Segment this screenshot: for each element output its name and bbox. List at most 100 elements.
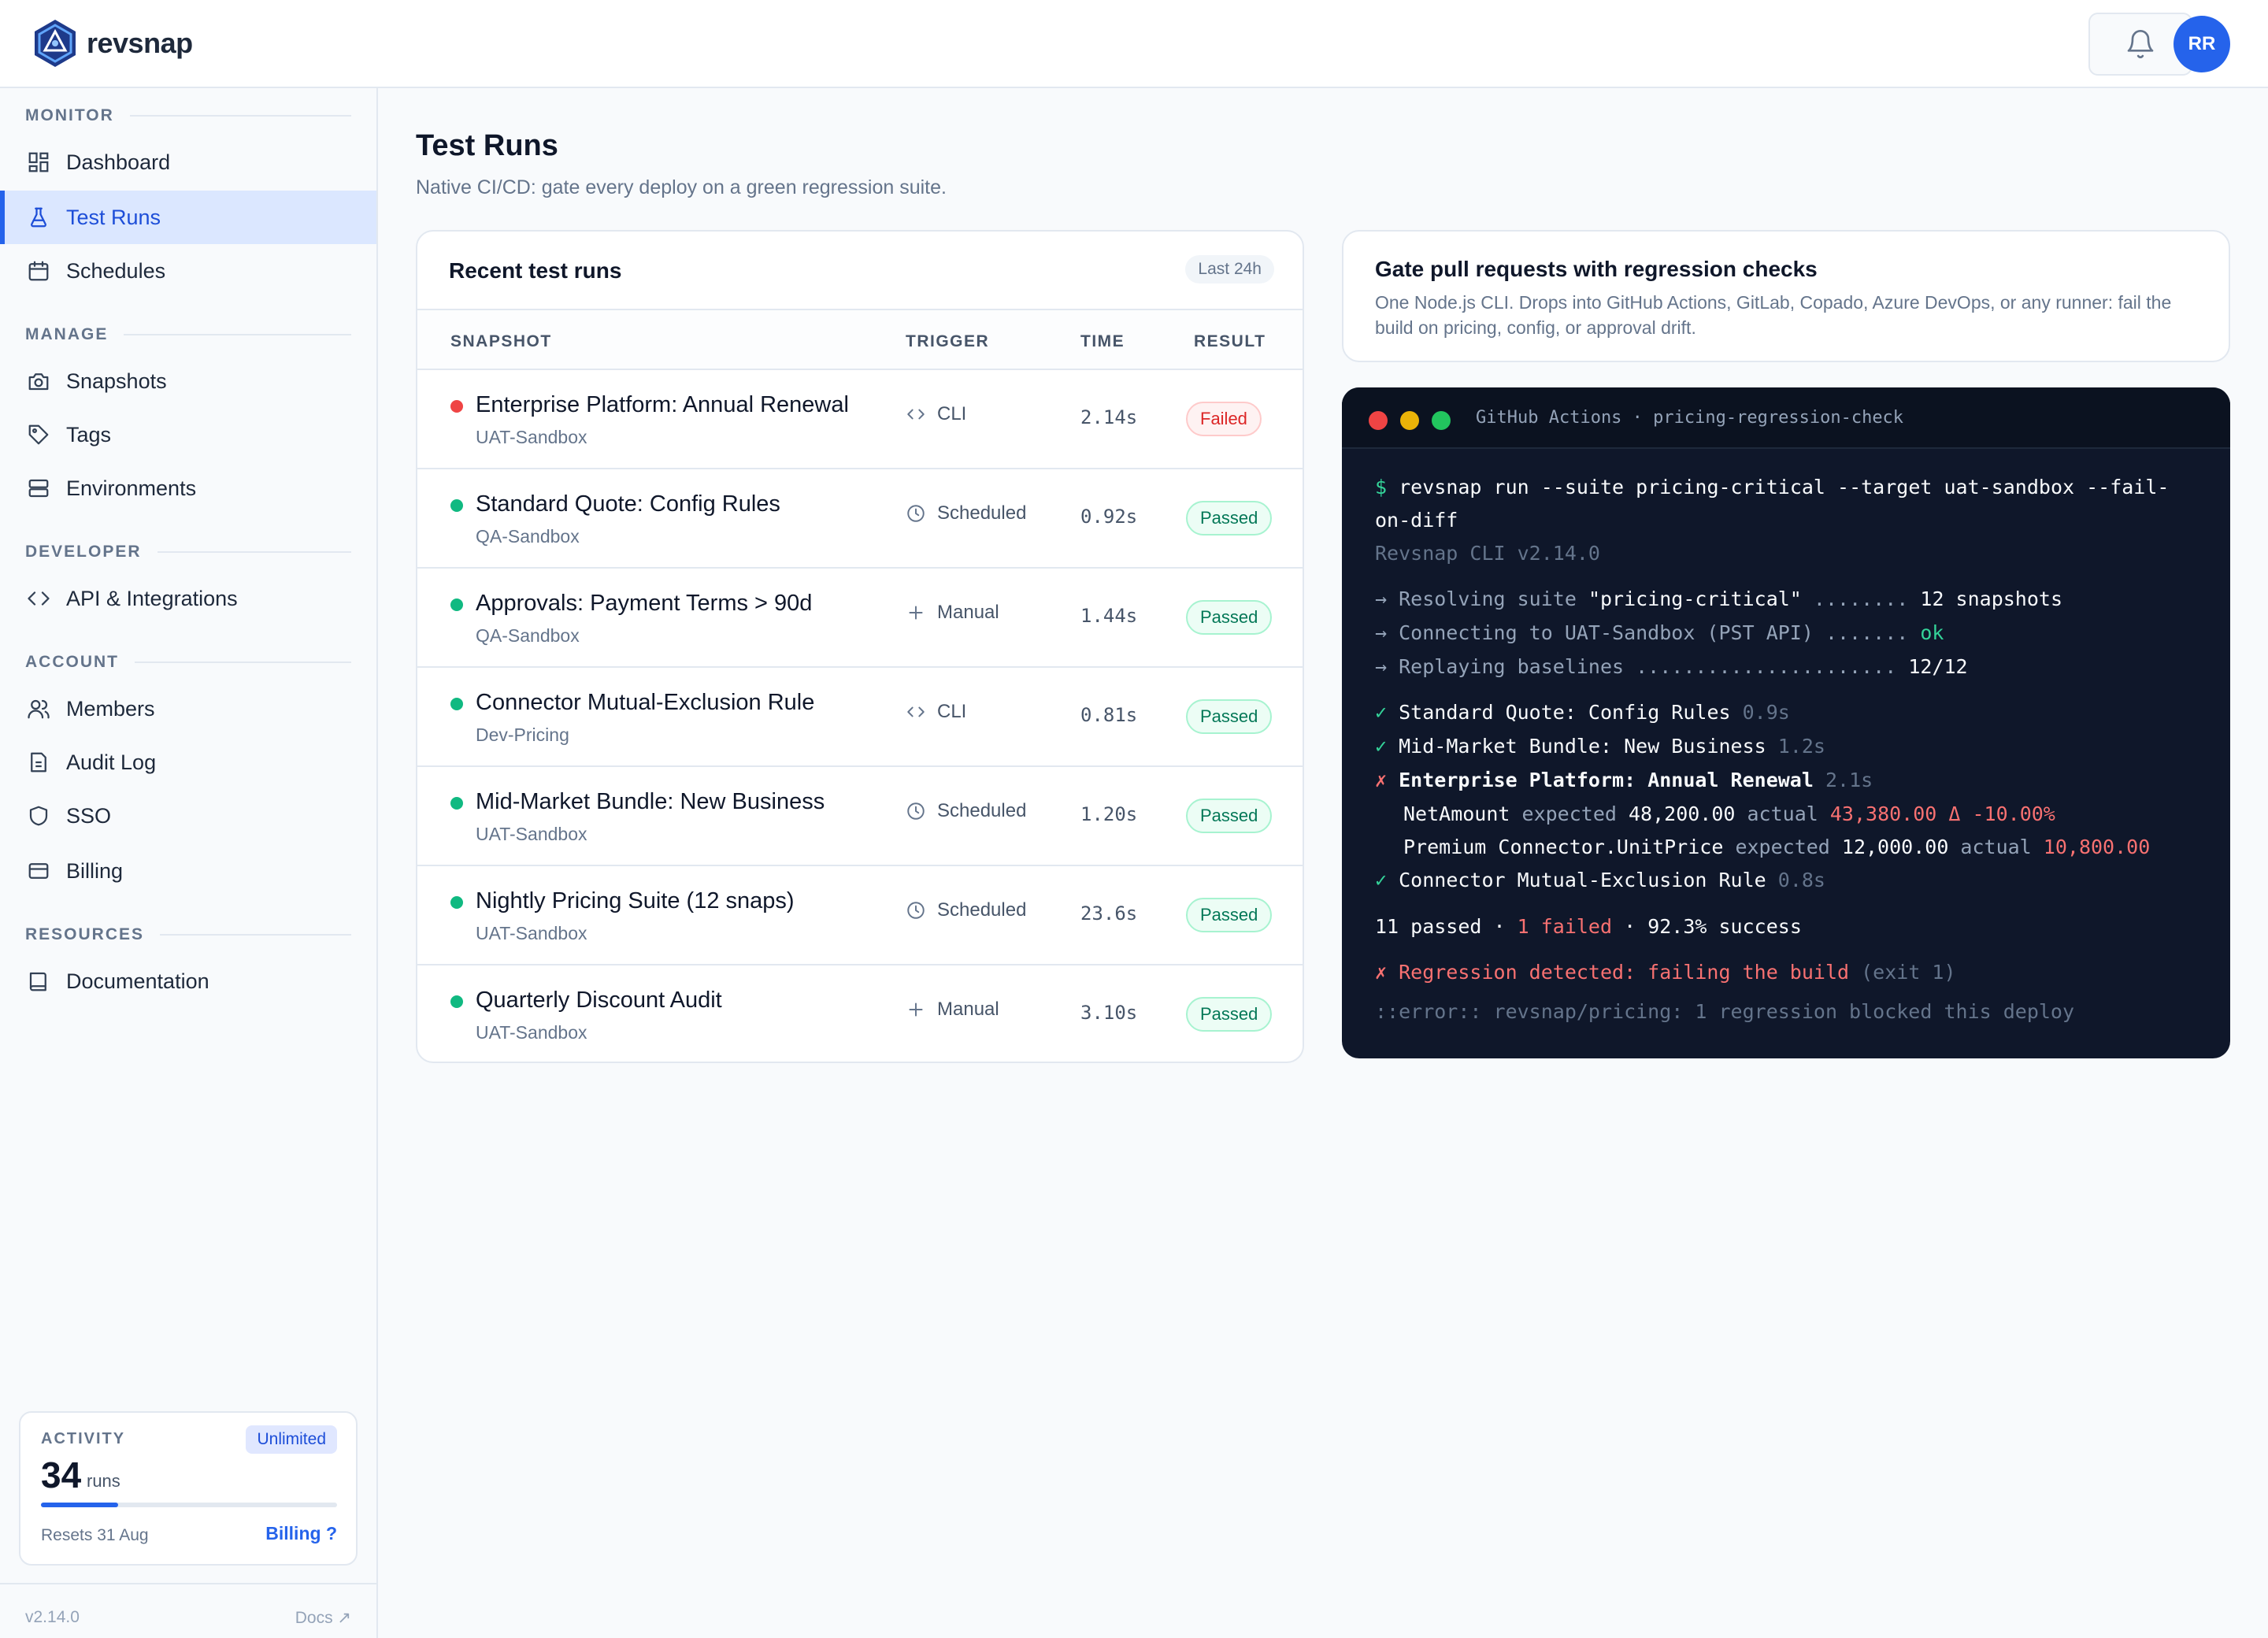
- step-dots: ........: [1801, 587, 1921, 610]
- top-header: revsnap RR: [0, 0, 2268, 88]
- recent-runs-card: Recent test runs Last 24h SNAPSHOT TRIGG…: [416, 230, 1304, 1063]
- diff-label: actual: [1948, 836, 2044, 858]
- step-result: ok: [1920, 621, 1944, 644]
- window-minimize-dot: [1400, 411, 1419, 430]
- snapshot-environment: Dev-Pricing: [476, 724, 569, 745]
- trigger-cell: Scheduled: [906, 899, 1026, 921]
- status-dot: [450, 499, 463, 512]
- plus-icon: [906, 602, 926, 623]
- step-text: → Replaying baselines ..................…: [1375, 655, 1909, 678]
- terminal-error-line: ✗ Regression detected: failing the build…: [1375, 961, 1956, 984]
- sidebar-item-documentation[interactable]: Documentation: [0, 954, 376, 1008]
- sidebar-item-billing[interactable]: Billing: [0, 844, 376, 898]
- table-row[interactable]: Connector Mutual-Exclusion Rule Dev-Prici…: [417, 668, 1303, 767]
- result-time: 2.1s: [1825, 769, 1873, 791]
- terminal-title: GitHub Actions · pricing-regression-chec…: [1476, 408, 1904, 428]
- app-version: v2.14.0: [25, 1608, 80, 1626]
- sidebar-item-label: API & Integrations: [66, 586, 238, 610]
- snapshot-name: Standard Quote: Config Rules: [476, 491, 780, 517]
- result-time: 0.9s: [1742, 701, 1790, 724]
- table-row[interactable]: Approvals: Payment Terms > 90d QA-Sandbox…: [417, 569, 1303, 668]
- terminal-result-line: ✗ Enterprise Platform: Annual Renewal 2.…: [1375, 769, 1873, 791]
- result-name: Mid-Market Bundle: New Business: [1387, 735, 1778, 758]
- code-icon: [25, 585, 52, 612]
- sidebar-item-schedules[interactable]: Schedules: [0, 244, 376, 298]
- sidebar-item-tags[interactable]: Tags: [0, 408, 376, 461]
- sidebar-item-label: Audit Log: [66, 750, 157, 774]
- sidebar-item-environments[interactable]: Environments: [0, 461, 376, 515]
- table-row[interactable]: Nightly Pricing Suite (12 snaps) UAT-Sand…: [417, 866, 1303, 965]
- trigger-cell: Manual: [906, 999, 999, 1021]
- book-icon: [25, 968, 52, 995]
- column-header-snapshot[interactable]: SNAPSHOT: [450, 332, 552, 351]
- summary-failed: 1 failed: [1517, 915, 1613, 938]
- result-badge: Passed: [1186, 997, 1273, 1032]
- sidebar-item-members[interactable]: Members: [0, 682, 376, 736]
- trigger-cell: Scheduled: [906, 800, 1026, 822]
- terminal-summary: 11 passed · 1 failed · 92.3% success: [1375, 915, 1802, 938]
- gate-card-title: Gate pull requests with regression check…: [1375, 257, 1818, 281]
- snapshot-name: Nightly Pricing Suite (12 snaps): [476, 888, 795, 914]
- column-header-time[interactable]: TIME: [1080, 332, 1125, 351]
- terminal-title-bar: GitHub Actions · pricing-regression-chec…: [1342, 387, 2230, 449]
- section-label: MONITOR: [25, 106, 114, 124]
- usage-unit: runs: [87, 1471, 120, 1491]
- sidebar-item-audit-log[interactable]: Audit Log: [0, 736, 376, 789]
- window-close-dot: [1369, 411, 1388, 430]
- trigger-label: Manual: [937, 999, 999, 1020]
- sidebar-item-dashboard[interactable]: Dashboard: [0, 135, 376, 189]
- brand[interactable]: revsnap: [32, 17, 193, 69]
- result-name: Connector Mutual-Exclusion Rule: [1387, 869, 1778, 891]
- sidebar-item-label: Members: [66, 696, 155, 721]
- prompt: $: [1375, 476, 1388, 498]
- revsnap-logo-icon: [35, 20, 76, 67]
- code-icon: [906, 404, 926, 424]
- snapshot-name: Enterprise Platform: Annual Renewal: [476, 392, 849, 417]
- table-row[interactable]: Quarterly Discount Audit UAT-Sandbox Manua…: [417, 965, 1303, 1062]
- diff-actual: 43,380.00 Δ -10.00%: [1829, 802, 2055, 825]
- terminal-step-resolve: → Resolving suite "pricing-critical" ...…: [1375, 587, 2062, 610]
- diff-label: expected: [1510, 802, 1629, 825]
- terminal-result-line: ✓ Connector Mutual-Exclusion Rule 0.8s: [1375, 869, 1825, 891]
- exit-code: (exit 1): [1849, 961, 1956, 984]
- section-label: MANAGE: [25, 325, 109, 343]
- time-range-badge[interactable]: Last 24h: [1185, 255, 1274, 284]
- page-title: Test Runs: [416, 129, 558, 162]
- table-row[interactable]: Enterprise Platform: Annual Renewal UAT-S…: [417, 370, 1303, 469]
- check-icon: ✓: [1375, 735, 1388, 758]
- step-result: 12/12: [1908, 655, 1968, 678]
- terminal-cli-version: Revsnap CLI v2.14.0: [1375, 542, 1600, 565]
- run-duration: 1.20s: [1080, 803, 1138, 825]
- runs-card-header: Recent test runs Last 24h: [417, 232, 1303, 310]
- sidebar-item-test-runs[interactable]: Test Runs: [0, 191, 376, 244]
- column-header-trigger[interactable]: TRIGGER: [906, 332, 989, 351]
- user-avatar[interactable]: RR: [2174, 16, 2230, 72]
- check-icon: ✓: [1375, 869, 1388, 891]
- sidebar-item-sso[interactable]: SSO: [0, 789, 376, 843]
- table-row[interactable]: Mid-Market Bundle: New Business UAT-Sandb…: [417, 767, 1303, 866]
- usage-count: 34: [41, 1455, 82, 1495]
- run-duration: 23.6s: [1080, 902, 1138, 925]
- snapshot-environment: QA-Sandbox: [476, 526, 580, 547]
- gate-card-description: One Node.js CLI. Drops into GitHub Actio…: [1375, 292, 2172, 338]
- runs-card-title: Recent test runs: [449, 258, 622, 283]
- snapshot-name: Quarterly Discount Audit: [476, 988, 722, 1013]
- run-duration: 0.92s: [1080, 506, 1138, 528]
- docs-link[interactable]: Docs ↗: [295, 1608, 351, 1628]
- billing-link[interactable]: Billing ?: [265, 1523, 337, 1544]
- diff-field: Premium Connector.UnitPrice: [1403, 836, 1724, 858]
- summary-passed: 11 passed ·: [1375, 915, 1518, 938]
- sidebar-item-api-integrations[interactable]: API & Integrations: [0, 572, 376, 625]
- sidebar-item-snapshots[interactable]: Snapshots: [0, 354, 376, 408]
- calendar-icon: [25, 258, 52, 284]
- terminal-command-line: $ revsnap run --suite pricing-critical -…: [1375, 476, 2169, 498]
- snapshot-environment: UAT-Sandbox: [476, 427, 587, 447]
- table-row[interactable]: Standard Quote: Config Rules QA-Sandbox Sc…: [417, 469, 1303, 569]
- flask-icon: [25, 204, 52, 231]
- document-icon: [25, 749, 52, 776]
- bell-icon: [2127, 30, 2154, 58]
- sidebar-item-label: SSO: [66, 803, 112, 828]
- terminal-diff-line: NetAmount expected 48,200.00 actual 43,3…: [1403, 802, 2055, 825]
- sidebar-item-label: Tags: [66, 422, 112, 447]
- column-header-result[interactable]: RESULT: [1194, 332, 1266, 351]
